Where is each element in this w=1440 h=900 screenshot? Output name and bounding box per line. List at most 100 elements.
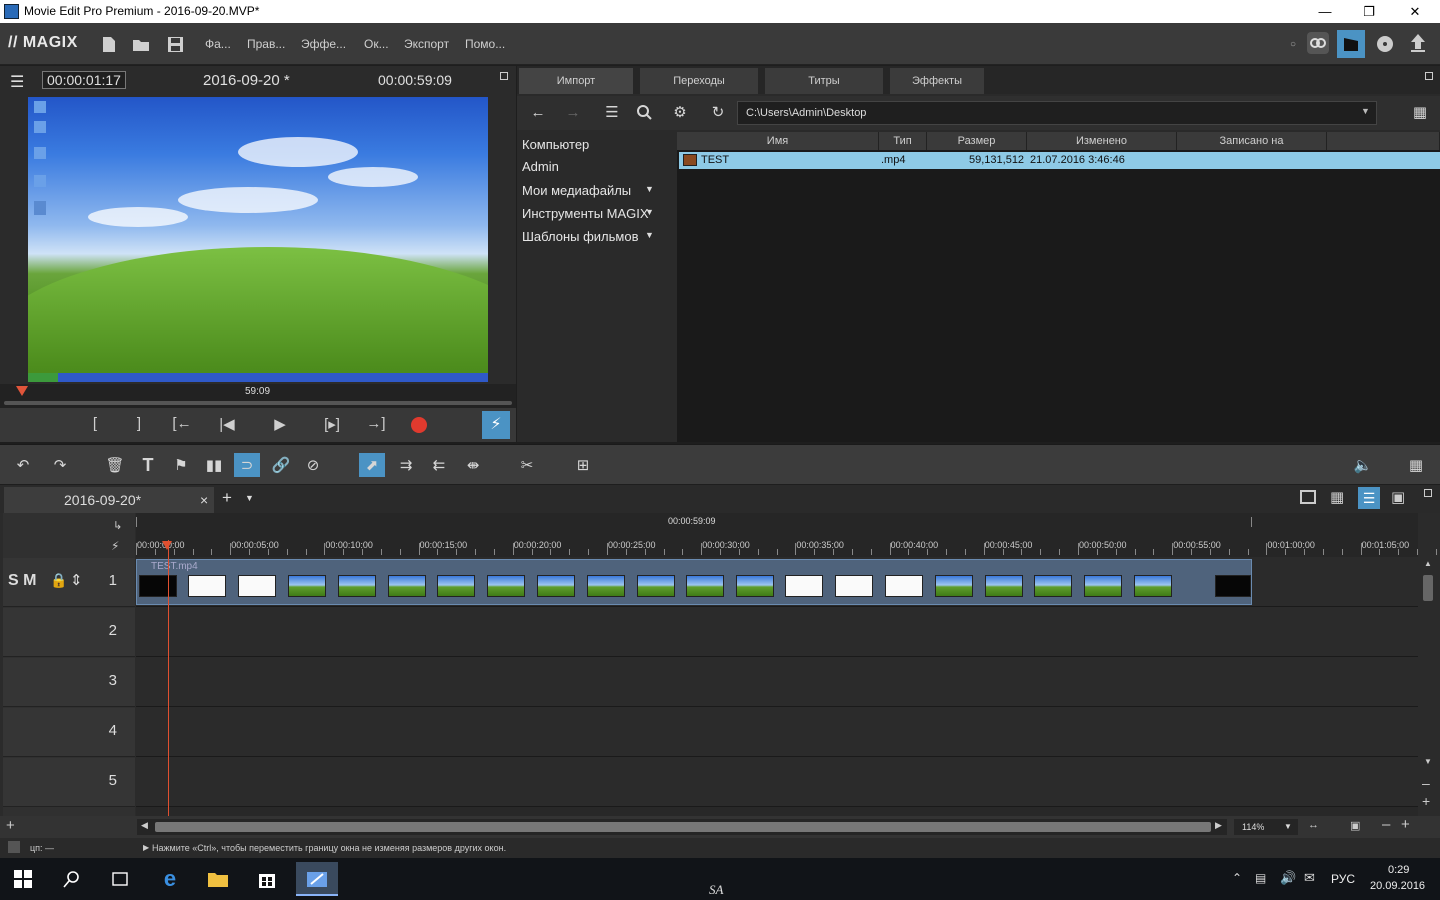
current-timecode[interactable]: 00:00:01:17 — [42, 71, 126, 89]
tree-item-movie-templates[interactable]: Шаблоны фильмов — [522, 229, 639, 244]
close-tab-icon[interactable]: × — [200, 487, 208, 513]
show-hidden-icons[interactable]: ⌃ — [1232, 871, 1242, 885]
lightning-icon[interactable]: ⚡ — [482, 411, 510, 439]
online-icon[interactable] — [1307, 32, 1329, 54]
vertical-scrollbar[interactable]: ▲ ▼ – + — [1418, 557, 1438, 816]
record-icon[interactable] — [411, 417, 427, 433]
close-button[interactable]: ✕ — [1392, 2, 1438, 21]
path-field[interactable]: C:\Users\Admin\Desktop — [737, 101, 1377, 125]
title-text-icon[interactable]: T — [135, 453, 161, 477]
vertical-scroll-thumb[interactable] — [1423, 575, 1433, 601]
play-in-out-icon[interactable]: [▸] — [320, 415, 344, 433]
go-to-out-icon[interactable]: →] — [364, 415, 388, 432]
zoom-select[interactable]: 114% ▼ — [1234, 819, 1298, 835]
column-type[interactable]: Тип — [879, 132, 927, 150]
track-4[interactable] — [136, 707, 1418, 757]
trim-tool-icon[interactable]: ⇉ — [393, 453, 419, 477]
playhead-line[interactable] — [168, 540, 169, 816]
grid-view-icon[interactable]: ▦ — [1330, 488, 1344, 506]
delete-icon[interactable]: 🗑 — [102, 453, 128, 477]
mark-in-icon[interactable]: [ — [83, 415, 107, 432]
track-header-1[interactable]: S M 🔒 ⇕ 1 — [3, 558, 135, 607]
track-1[interactable]: TEST.mp4 — [136, 557, 1418, 607]
track-header-3[interactable]: 3 — [3, 658, 135, 707]
auto-lightning-icon[interactable]: ⚡ — [111, 539, 119, 553]
volume-icon[interactable]: 🔈 — [1350, 453, 1376, 477]
scrub-playhead-icon[interactable] — [16, 386, 28, 396]
search-icon[interactable] — [631, 100, 657, 124]
file-explorer-icon[interactable] — [203, 866, 233, 892]
clock-time[interactable]: 0:29 — [1388, 864, 1409, 876]
dot-icon[interactable]: ○ — [1282, 33, 1304, 55]
go-to-start-icon[interactable]: |◀ — [215, 415, 239, 433]
fit-project-icon[interactable]: ▣ — [1350, 819, 1360, 832]
cut-scissors-icon[interactable]: ✂ — [514, 453, 540, 477]
path-dropdown-icon[interactable]: ▼ — [1361, 106, 1370, 116]
scroll-left-icon[interactable]: ◀ — [141, 820, 148, 831]
preview-scrubber[interactable]: 59:09 — [0, 384, 516, 408]
tree-item-admin[interactable]: Admin — [522, 159, 559, 174]
mark-out-icon[interactable]: ] — [127, 415, 151, 432]
speaker-icon[interactable]: 🔊 — [1280, 870, 1296, 886]
upload-icon[interactable] — [1407, 32, 1429, 54]
split-icon[interactable]: ▮▮ — [201, 453, 227, 477]
scroll-down-icon[interactable]: ▼ — [1424, 757, 1432, 766]
column-size[interactable]: Размер — [927, 132, 1027, 150]
scroll-right-icon[interactable]: ▶ — [1215, 820, 1222, 831]
search-icon[interactable] — [57, 866, 87, 892]
project-dropdown-icon[interactable]: ▼ — [245, 493, 254, 503]
language-indicator[interactable]: РУС — [1331, 872, 1355, 886]
menu-effects[interactable]: Эффе... — [301, 37, 346, 51]
tab-transitions[interactable]: Переходы — [640, 68, 758, 94]
redo-icon[interactable]: ↷ — [47, 453, 73, 477]
file-row[interactable]: TEST .mp4 59,131,512 21.07.2016 3:46:46 — [679, 152, 1440, 169]
maximize-timeline-icon[interactable] — [1424, 489, 1432, 497]
magix-tools-expand-icon[interactable]: ▼ — [645, 207, 654, 217]
tree-item-my-media[interactable]: Мои медиафайлы — [522, 183, 631, 198]
track-zoom-out-icon[interactable]: – — [1422, 775, 1430, 791]
track-height-icon[interactable]: ⇕ — [70, 571, 83, 589]
link-icon[interactable]: 🔗 — [268, 453, 294, 477]
ripple-mode-icon[interactable]: ⊃ — [234, 453, 260, 477]
fit-width-icon[interactable]: ↔ — [1308, 819, 1319, 831]
track-header-5[interactable]: 5 — [3, 758, 135, 807]
refresh-icon[interactable]: ↻ — [705, 100, 731, 124]
insert-mode-icon[interactable]: ⊞ — [570, 453, 596, 477]
maximize-monitor-icon[interactable] — [500, 72, 508, 80]
new-file-icon[interactable] — [98, 33, 120, 55]
storyboard-view-icon[interactable]: ▣ — [1391, 488, 1405, 506]
timeline-view-icon[interactable]: ☰ — [1358, 487, 1380, 509]
disc-icon[interactable] — [1374, 33, 1396, 55]
scroll-up-icon[interactable]: ▲ — [1424, 559, 1432, 568]
hamburger-menu-icon[interactable]: ☰ — [10, 72, 24, 92]
tree-item-magix-tools[interactable]: Инструменты MAGIX — [522, 206, 649, 221]
slip-tool-icon[interactable]: ⇇ — [426, 453, 452, 477]
go-to-in-icon[interactable]: [← — [170, 415, 194, 432]
windows-start-icon[interactable] — [8, 866, 38, 892]
zoom-out-icon[interactable]: – — [1382, 816, 1390, 833]
horizontal-scroll-thumb[interactable] — [155, 822, 1211, 832]
zoom-dropdown-icon[interactable]: ▼ — [1284, 819, 1292, 835]
project-tab[interactable]: 2016-09-20* × — [4, 487, 214, 513]
maximize-browser-icon[interactable] — [1425, 72, 1433, 80]
add-track-icon[interactable]: + — [6, 817, 15, 834]
tab-import[interactable]: Импорт — [519, 68, 633, 94]
clapper-icon[interactable] — [1337, 30, 1365, 58]
column-name[interactable]: Имя — [677, 132, 879, 150]
restore-button[interactable]: ❐ — [1346, 2, 1392, 21]
play-icon[interactable]: ▶ — [268, 415, 292, 433]
movie-templates-expand-icon[interactable]: ▼ — [645, 230, 654, 240]
forward-arrow-icon[interactable]: → — [560, 100, 586, 124]
track-3[interactable] — [136, 657, 1418, 707]
zoom-in-icon[interactable]: + — [1401, 816, 1410, 833]
task-view-icon[interactable] — [105, 866, 135, 892]
folder-tree-icon[interactable]: ☰ — [599, 100, 625, 124]
menu-edit[interactable]: Прав... — [247, 37, 285, 51]
notifications-icon[interactable]: ✉ — [1304, 870, 1315, 886]
store-icon[interactable] — [252, 866, 282, 892]
tab-effects[interactable]: Эффекты — [890, 68, 984, 94]
undo-icon[interactable]: ↶ — [10, 453, 36, 477]
minimize-button[interactable]: — — [1302, 2, 1348, 21]
marker-flag-icon[interactable]: ⚑ — [168, 453, 194, 477]
pointer-tool-icon[interactable]: ⬈ — [359, 453, 385, 477]
